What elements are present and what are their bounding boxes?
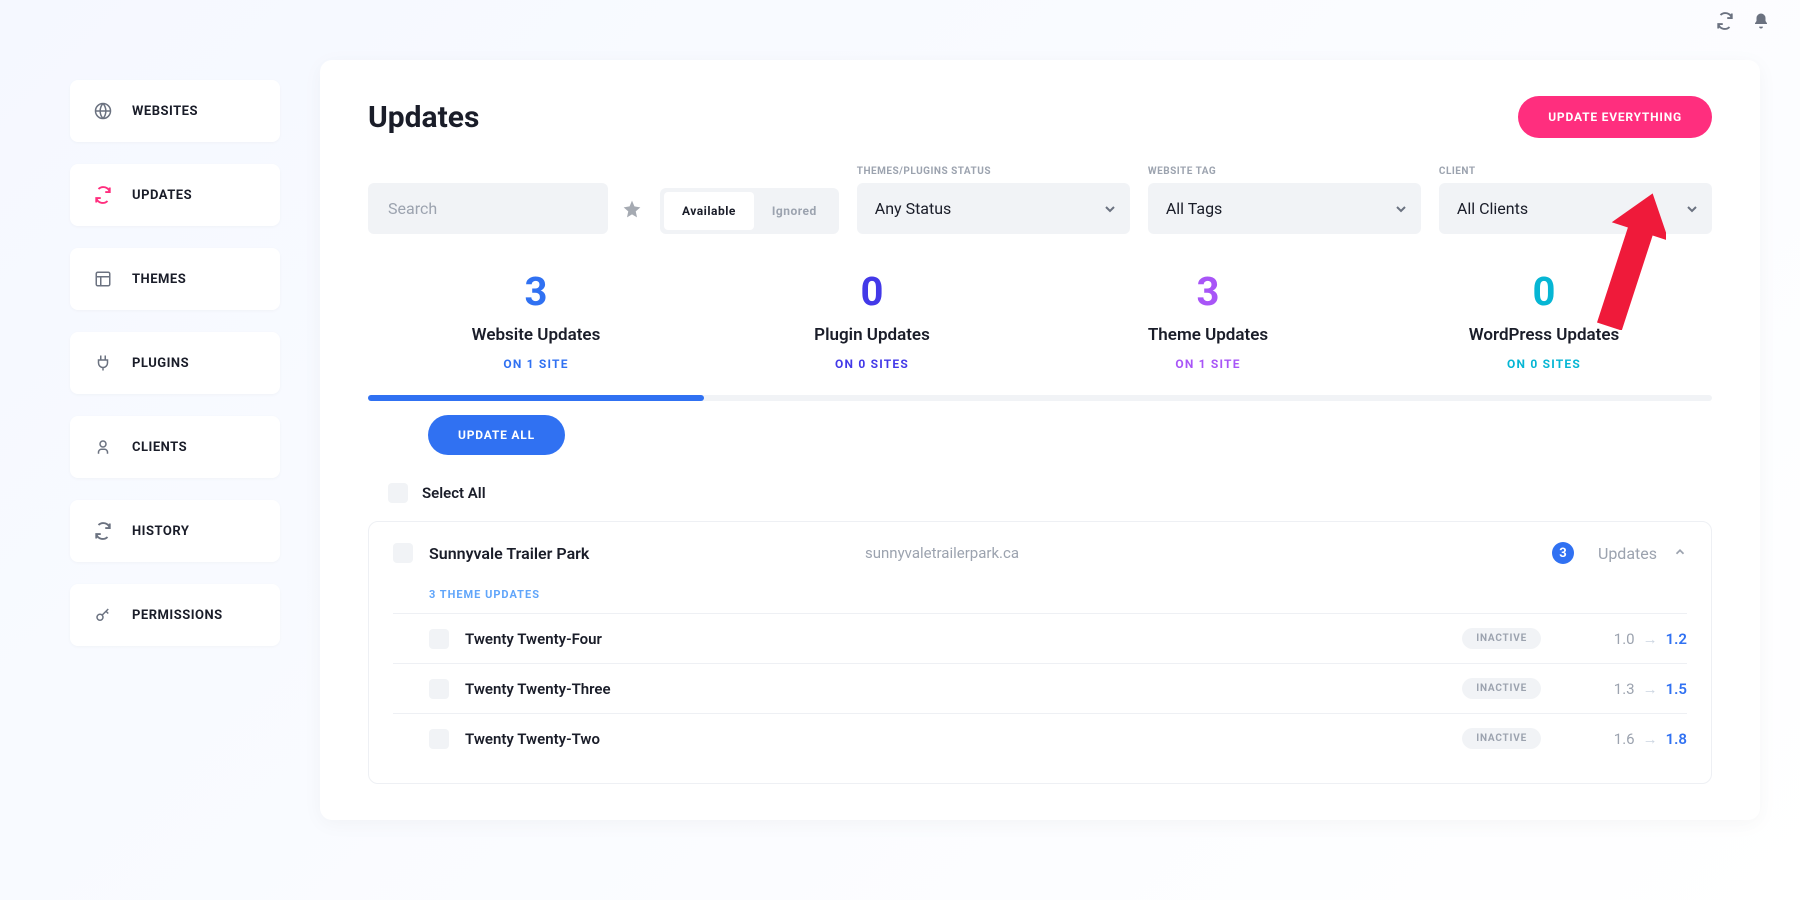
sidebar-label: Websites (132, 104, 198, 119)
plug-icon (94, 354, 112, 372)
refresh-icon[interactable] (1716, 12, 1734, 30)
sidebar: Websites Updates Themes Plugins Clients … (0, 60, 320, 820)
sidebar-label: Permissions (132, 608, 223, 623)
stats-tabs: 3 Website Updates On 1 Site 0 Plugin Upd… (368, 268, 1712, 395)
stat-title: Theme Updates (1040, 325, 1376, 345)
version-to: 1.2 (1666, 630, 1687, 648)
arrow-right-icon: → (1643, 630, 1658, 648)
stat-count: 0 (704, 268, 1040, 315)
version: 1.0 → 1.2 (1557, 630, 1687, 648)
stat-count: 0 (1376, 268, 1712, 315)
history-icon (94, 522, 112, 540)
filter-label-status: Themes/Plugins Status (857, 166, 1130, 177)
sidebar-label: History (132, 524, 189, 539)
filter-select-status[interactable]: Any Status (857, 183, 1130, 234)
stat-title: Website Updates (368, 325, 704, 345)
updates-count-badge: 3 (1552, 542, 1574, 564)
version: 1.3 → 1.5 (1557, 680, 1687, 698)
update-row: Twenty Twenty-Two Inactive 1.6 → 1.8 (393, 713, 1687, 763)
refresh-icon (94, 186, 112, 204)
filter-select-tag[interactable]: All Tags (1148, 183, 1421, 234)
stat-count: 3 (368, 268, 704, 315)
stat-sub: On 1 Site (1040, 357, 1376, 371)
version: 1.6 → 1.8 (1557, 730, 1687, 748)
topbar (1716, 12, 1770, 30)
update-everything-button[interactable]: Update Everything (1518, 96, 1712, 138)
stat-wordpress-updates[interactable]: 0 WordPress Updates On 0 Sites (1376, 268, 1712, 395)
status-pill: Inactive (1462, 628, 1541, 649)
search-input[interactable] (368, 183, 608, 234)
stat-sub: On 0 Sites (704, 357, 1040, 371)
sidebar-item-permissions[interactable]: Permissions (70, 584, 280, 646)
version-to: 1.5 (1666, 680, 1687, 698)
chevron-up-icon[interactable] (1673, 544, 1687, 563)
update-row: Twenty Twenty-Three Inactive 1.3 → 1.5 (393, 663, 1687, 713)
stat-plugin-updates[interactable]: 0 Plugin Updates On 0 Sites (704, 268, 1040, 395)
section-heading: 3 Theme Updates (429, 588, 1687, 601)
filter-label-tag: Website Tag (1148, 166, 1421, 177)
page-title: Updates (368, 100, 479, 135)
tab-indicator-track (368, 395, 1712, 401)
bell-icon[interactable] (1752, 12, 1770, 30)
row-checkbox[interactable] (429, 679, 449, 699)
stat-count: 3 (1040, 268, 1376, 315)
version-from: 1.0 (1614, 630, 1635, 648)
sidebar-item-websites[interactable]: Websites (70, 80, 280, 142)
sidebar-item-updates[interactable]: Updates (70, 164, 280, 226)
sidebar-item-themes[interactable]: Themes (70, 248, 280, 310)
stat-sub: On 1 Site (368, 357, 704, 371)
stat-website-updates[interactable]: 3 Website Updates On 1 Site (368, 268, 704, 395)
filter-select-client[interactable]: All Clients (1439, 183, 1712, 234)
sidebar-item-history[interactable]: History (70, 500, 280, 562)
updates-label: Updates (1598, 544, 1657, 563)
sidebar-item-plugins[interactable]: Plugins (70, 332, 280, 394)
site-checkbox[interactable] (393, 543, 413, 563)
toggle-ignored[interactable]: Ignored (754, 192, 835, 230)
version-from: 1.6 (1614, 730, 1635, 748)
site-card: Sunnyvale Trailer Park sunnyvaletrailerp… (368, 521, 1712, 784)
site-url: sunnyvaletrailerpark.ca (865, 544, 1536, 562)
site-header[interactable]: Sunnyvale Trailer Park sunnyvaletrailerp… (393, 542, 1687, 564)
version-from: 1.3 (1614, 680, 1635, 698)
sidebar-item-clients[interactable]: Clients (70, 416, 280, 478)
stat-sub: On 0 Sites (1376, 357, 1712, 371)
select-all-checkbox[interactable] (388, 483, 408, 503)
update-row: Twenty Twenty-Four Inactive 1.0 → 1.2 (393, 613, 1687, 663)
status-toggle: Available Ignored (660, 188, 839, 234)
arrow-right-icon: → (1643, 680, 1658, 698)
sidebar-label: Themes (132, 272, 186, 287)
toggle-available[interactable]: Available (664, 192, 754, 230)
update-name: Twenty Twenty-Four (465, 630, 1446, 648)
key-icon (94, 606, 112, 624)
filter-label-client: Client (1439, 166, 1712, 177)
stat-title: Plugin Updates (704, 325, 1040, 345)
row-checkbox[interactable] (429, 629, 449, 649)
status-pill: Inactive (1462, 678, 1541, 699)
row-checkbox[interactable] (429, 729, 449, 749)
status-pill: Inactive (1462, 728, 1541, 749)
main-panel: Updates Update Everything Available Igno… (320, 60, 1760, 820)
globe-icon (94, 102, 112, 120)
sidebar-label: Updates (132, 188, 192, 203)
update-all-button[interactable]: Update All (428, 415, 565, 455)
arrow-right-icon: → (1643, 730, 1658, 748)
sidebar-label: Plugins (132, 356, 189, 371)
stat-theme-updates[interactable]: 3 Theme Updates On 1 Site (1040, 268, 1376, 395)
update-name: Twenty Twenty-Two (465, 730, 1446, 748)
user-icon (94, 438, 112, 456)
layout-icon (94, 270, 112, 288)
stat-title: WordPress Updates (1376, 325, 1712, 345)
tab-indicator-active (368, 395, 704, 401)
site-name: Sunnyvale Trailer Park (429, 544, 849, 563)
update-name: Twenty Twenty-Three (465, 680, 1446, 698)
star-icon[interactable] (622, 199, 642, 219)
sidebar-label: Clients (132, 440, 187, 455)
select-all-label: Select All (422, 484, 486, 502)
version-to: 1.8 (1666, 730, 1687, 748)
